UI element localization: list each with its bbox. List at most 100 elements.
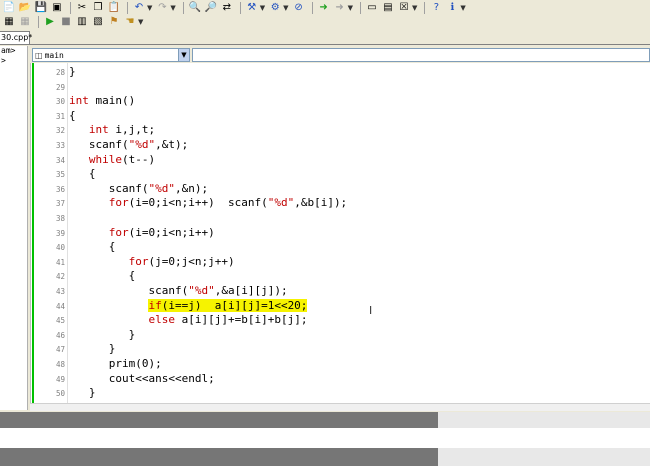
secondary-toolbar: ▦ ▦ ▶ ■ ▥ ▧ ⚑ ☚ ▼ <box>0 14 650 30</box>
line-number: 49 <box>55 374 65 384</box>
toolbar-separator <box>239 2 241 14</box>
window-dropdown-icon[interactable]: ▼ <box>412 4 417 12</box>
debug-dropdown-icon[interactable]: ▼ <box>138 18 143 26</box>
code-line[interactable]: else a[i][j]+=b[i]+b[j]; <box>69 313 307 327</box>
function-icon: ◫ <box>35 50 43 60</box>
function-combo-value: main <box>44 50 64 60</box>
code-line[interactable]: } <box>69 342 116 356</box>
class-icon[interactable]: ▦ <box>2 16 16 29</box>
cut-icon[interactable]: ✂ <box>75 2 89 15</box>
undo-icon[interactable]: ↶ <box>132 2 146 15</box>
code-line[interactable]: while(t--) <box>69 153 155 167</box>
status-bar-right <box>438 448 650 466</box>
window-list-icon[interactable]: ▤ <box>381 2 395 15</box>
paste-icon[interactable]: 📋 <box>107 2 121 15</box>
help-icon[interactable]: ? <box>429 2 443 15</box>
build-dropdown-icon[interactable]: ▼ <box>283 4 288 12</box>
replace-icon[interactable]: ⇄ <box>220 2 234 15</box>
copy-icon[interactable]: ❐ <box>91 2 105 15</box>
code-line[interactable]: for(i=0;i<n;i++) <box>69 226 215 240</box>
redo-dropdown-icon[interactable]: ▼ <box>170 4 175 12</box>
navigation-bar: ◫ main ▼ <box>30 47 650 63</box>
code-line[interactable]: { <box>69 109 76 123</box>
save-icon[interactable]: 💾 <box>34 2 48 15</box>
code-line[interactable]: scanf("%d",&t); <box>69 138 188 152</box>
status-bar <box>0 448 438 466</box>
line-number: 43 <box>55 287 65 296</box>
line-number: 39 <box>55 228 65 238</box>
code-line[interactable]: int main() <box>69 94 135 108</box>
highlighted-code: if(i==j) a[i][j]=1<<20; <box>148 298 308 312</box>
info-icon[interactable]: ℹ <box>445 2 459 15</box>
chevron-down-icon[interactable]: ▼ <box>178 49 189 61</box>
find-icon[interactable]: 🔍 <box>188 2 202 15</box>
code-line[interactable]: } <box>69 386 96 400</box>
compile-dropdown-icon[interactable]: ▼ <box>260 4 265 12</box>
undo-dropdown-icon[interactable]: ▼ <box>147 4 152 12</box>
code-line[interactable]: } <box>69 328 136 342</box>
code-line[interactable]: int i,j,t; <box>69 123 155 137</box>
function-combo[interactable]: ◫ main ▼ <box>32 48 190 62</box>
hand-icon[interactable]: ☚ <box>123 16 137 29</box>
line-number: 36 <box>55 184 65 194</box>
help-dropdown-icon[interactable]: ▼ <box>460 4 465 12</box>
code-line[interactable]: if(i==j) a[i][j]=1<<20; <box>69 298 308 313</box>
compile-icon[interactable]: ⚒ <box>245 2 259 15</box>
build-icon[interactable]: ⚙ <box>268 2 282 15</box>
line-number: 42 <box>55 272 65 282</box>
change-marker-bar <box>32 63 34 403</box>
code-line[interactable]: { <box>69 240 116 254</box>
breakpoint-icon[interactable]: ⚑ <box>107 16 121 29</box>
code-line[interactable]: for(j=0;j<n;j++) <box>69 255 235 269</box>
code-line[interactable]: scanf("%d",&a[i][j]); <box>69 284 287 298</box>
line-number: 31 <box>55 111 65 121</box>
tree-item[interactable]: am> <box>0 46 27 56</box>
open-icon[interactable]: 📂 <box>18 2 32 15</box>
code-line[interactable]: prim(0); <box>69 357 162 371</box>
code-line[interactable]: for(i=0;i<n;i++) scanf("%d",&b[i]); <box>69 196 347 210</box>
go-icon[interactable]: ▶ <box>43 16 57 29</box>
line-number: 48 <box>55 360 65 369</box>
secondary-combo[interactable] <box>192 48 650 62</box>
redo-icon[interactable]: ↷ <box>155 2 169 15</box>
horizontal-scrollbar[interactable] <box>30 403 650 411</box>
output-pane[interactable] <box>0 428 650 448</box>
class-browser-panel[interactable]: am> > <box>0 46 28 410</box>
step-dropdown-icon[interactable]: ▼ <box>348 4 353 12</box>
file-tab[interactable]: 30.cpp* <box>0 31 32 45</box>
code-line[interactable]: { <box>69 269 136 283</box>
find-in-files-icon[interactable]: 🔎 <box>204 2 218 15</box>
code-line[interactable]: scanf("%d",&n); <box>69 182 208 196</box>
toolbar-separator <box>38 16 39 28</box>
watch-icon[interactable]: ▧ <box>91 16 105 29</box>
code-line[interactable]: } <box>69 65 76 79</box>
line-number-gutter: 28 29 30 31 32 33 34 35 36 37 38 39 40 41 42 43 44 45 46 47… <box>31 63 67 403</box>
toolbar-separator <box>311 2 313 14</box>
ibeam-cursor-icon: I <box>369 304 373 317</box>
code-line[interactable]: cout<<ans<<endl; <box>69 372 215 386</box>
save-all-icon[interactable]: ▣ <box>50 2 64 15</box>
line-number: 34 <box>55 155 65 165</box>
stop-icon[interactable]: ■ <box>59 16 73 29</box>
execute-icon[interactable]: ➜ <box>317 2 331 15</box>
line-number: 44 <box>55 301 65 311</box>
tab-strip-divider <box>0 44 650 45</box>
code-editor[interactable]: 28 29 30 31 32 33 34 35 36 37 38 39 40 41 42 43 44 45 46 47… <box>30 63 650 403</box>
output-titlebar-right <box>438 412 650 428</box>
line-number: 37 <box>55 199 65 209</box>
members-icon[interactable]: ▦ <box>18 16 32 29</box>
line-number: 41 <box>55 257 65 267</box>
line-number: 46 <box>55 330 65 340</box>
close-window-icon[interactable]: ☒ <box>397 2 411 15</box>
gutter-divider <box>67 63 68 403</box>
tree-item[interactable]: > <box>0 56 27 66</box>
window-icon[interactable]: ▭ <box>365 2 379 15</box>
new-icon[interactable]: 📄 <box>2 2 16 15</box>
toolbar-separator <box>70 2 71 14</box>
line-number: 33 <box>55 141 65 150</box>
step-icon[interactable]: ➜ <box>333 2 347 15</box>
debug-icon[interactable]: ▥ <box>75 16 89 29</box>
code-line[interactable]: { <box>69 167 96 181</box>
stop-build-icon[interactable]: ⊘ <box>292 2 306 15</box>
line-number: 47 <box>55 345 65 355</box>
